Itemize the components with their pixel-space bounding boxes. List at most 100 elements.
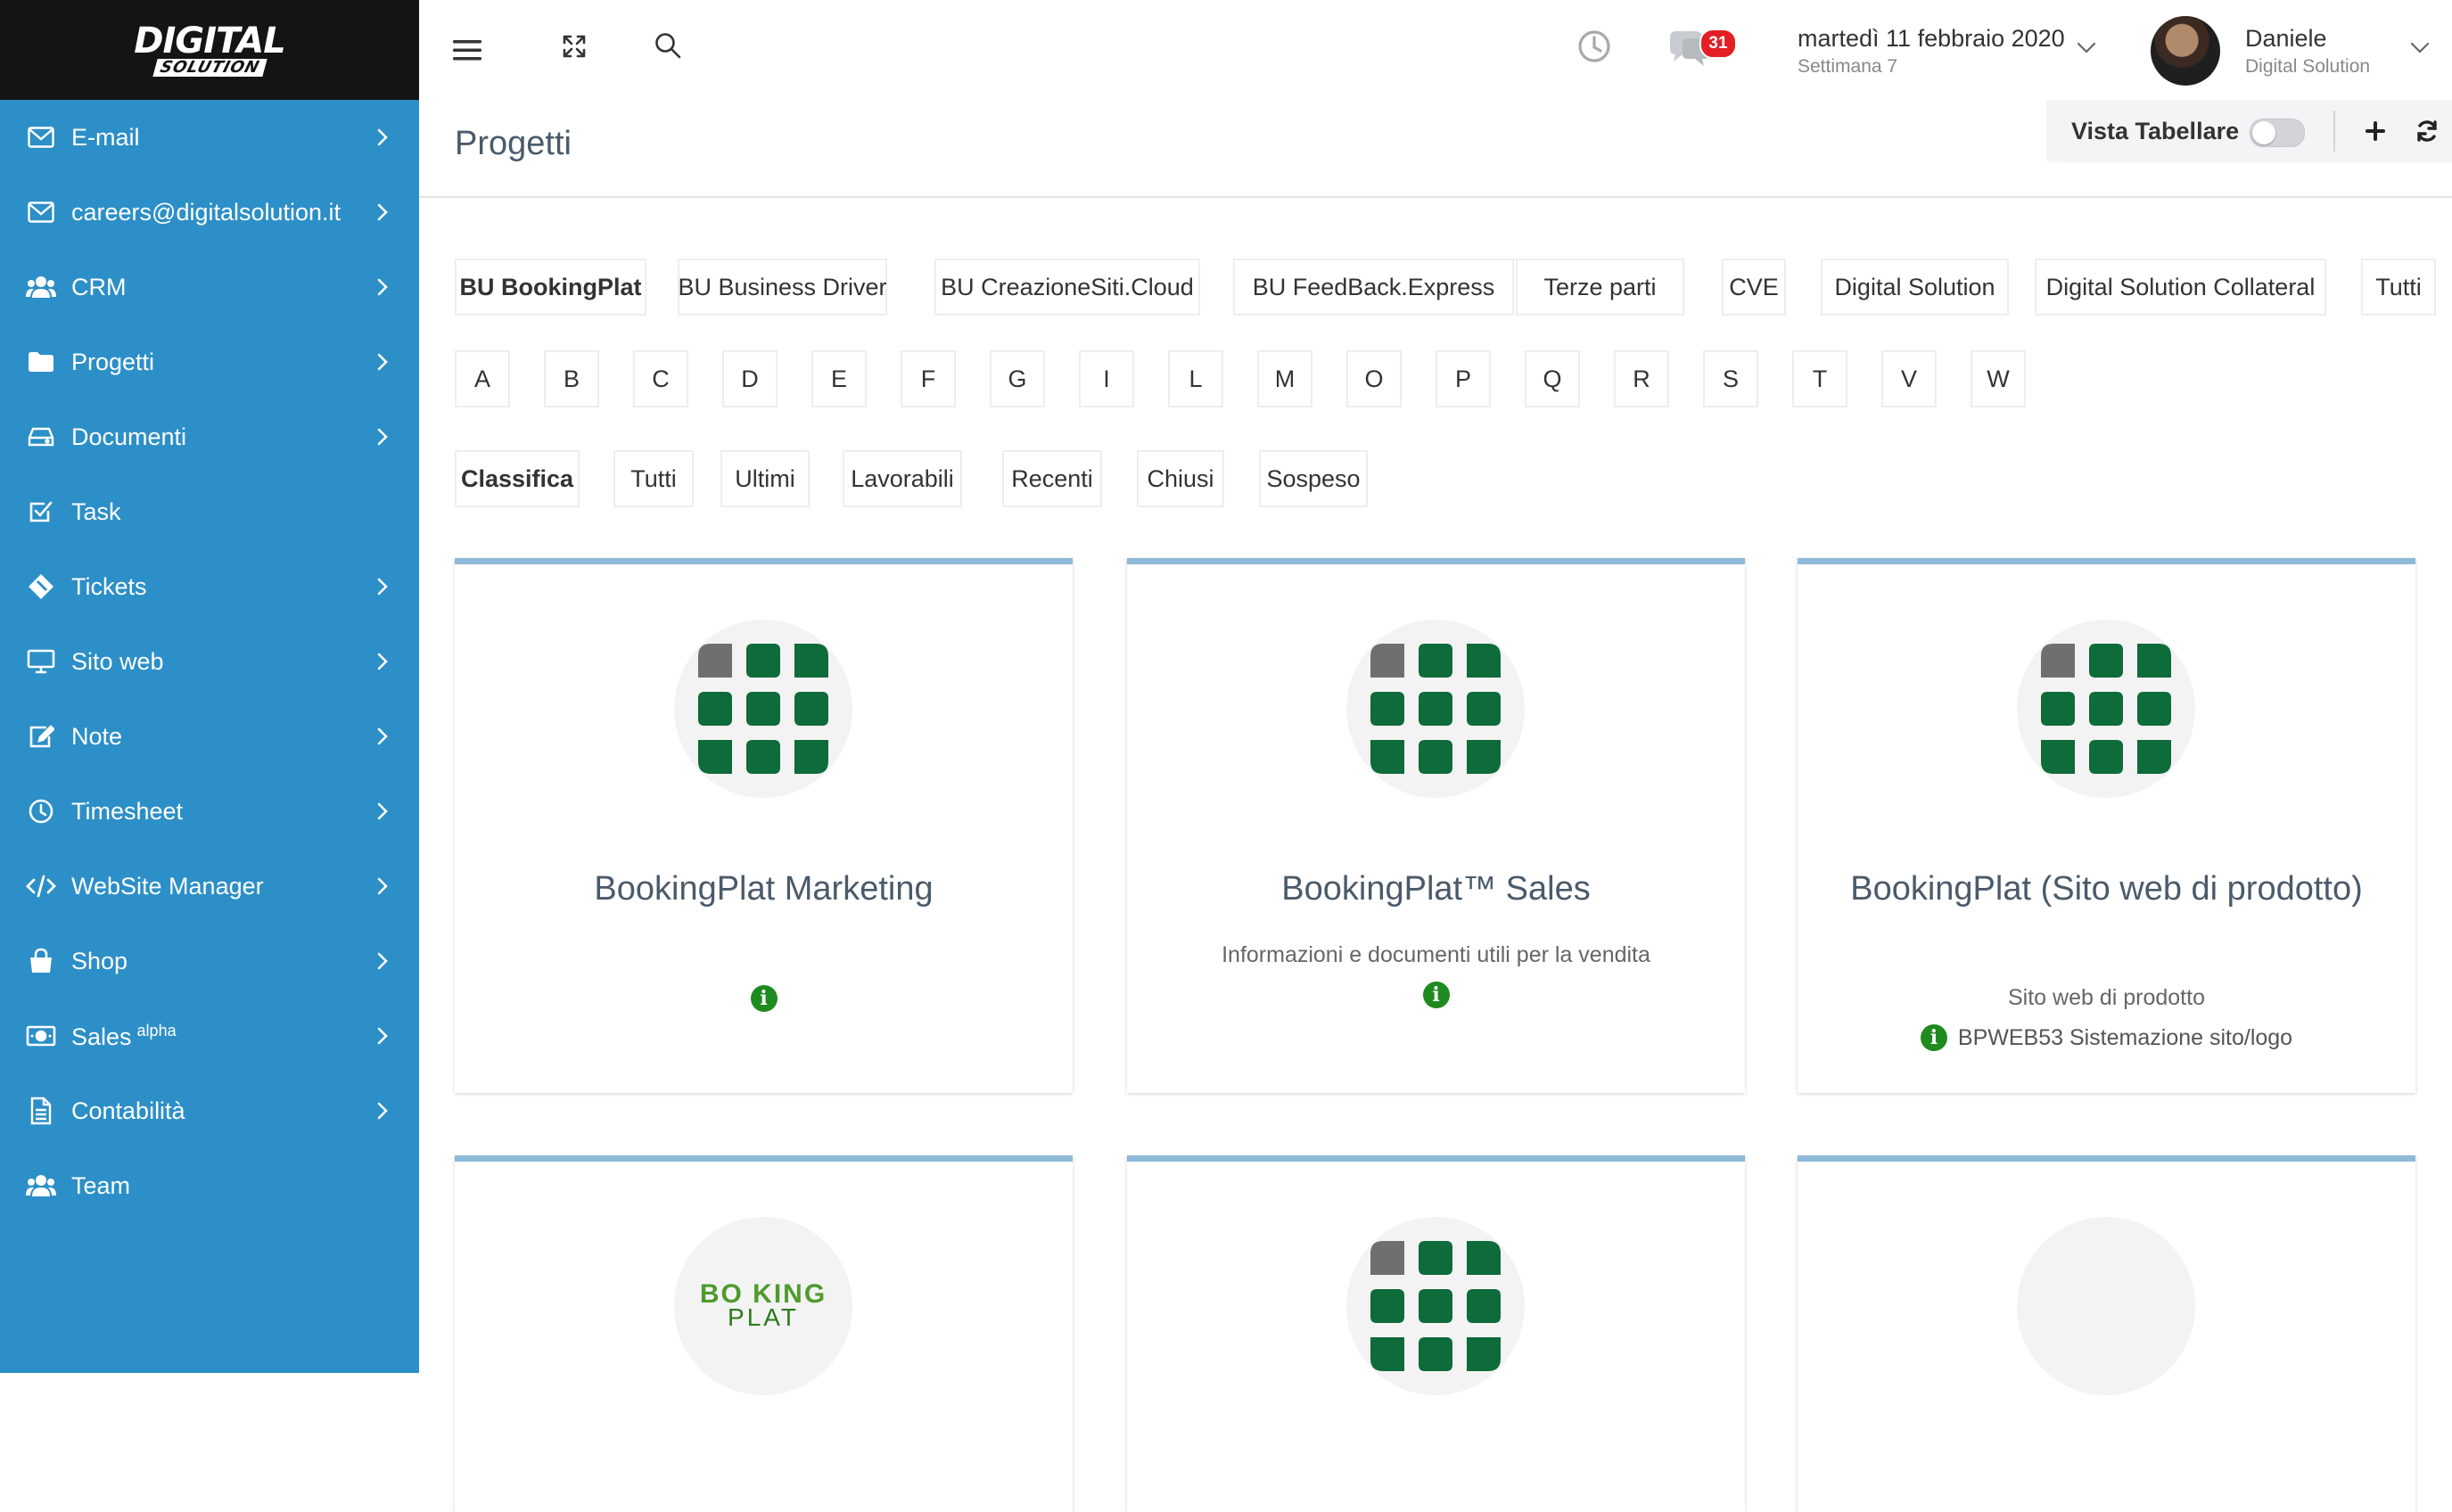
filter-letter-t[interactable]: T <box>1792 350 1847 407</box>
filter-letter-b[interactable]: B <box>544 350 599 407</box>
filter-status-sospeso[interactable]: Sospeso <box>1259 450 1368 507</box>
sidebar-item-sales[interactable]: Sales alpha <box>0 998 419 1073</box>
filter-bu-digital-solution[interactable]: Digital Solution <box>1821 259 2009 316</box>
card-info[interactable]: i <box>1145 982 1727 1008</box>
filter-letter-w[interactable]: W <box>1971 350 2026 407</box>
refresh-icon[interactable] <box>2412 116 2442 146</box>
filter-status-recenti[interactable]: Recenti <box>1002 450 1102 507</box>
filter-letter-s[interactable]: S <box>1703 350 1758 407</box>
filter-bu-bu-feedback-express[interactable]: BU FeedBack.Express <box>1233 259 1514 316</box>
sidebar-item-label: Timesheet <box>71 798 183 826</box>
project-card[interactable]: BookingPlat™ Sales Informazioni e documen… <box>1127 558 1745 1093</box>
sidebar-item-shop[interactable]: Shop <box>0 924 419 998</box>
card-description: Informazioni e documenti utili per la ve… <box>1222 942 1650 967</box>
filter-bu-digital-solution-collateral[interactable]: Digital Solution Collateral <box>2035 259 2326 316</box>
filter-bu-terze-parti[interactable]: Terze parti <box>1516 259 1684 316</box>
filter-bu-bu-creazionesiti-cloud[interactable]: BU CreazioneSiti.Cloud <box>934 259 1200 316</box>
edit-icon <box>25 720 57 752</box>
info-icon[interactable]: i <box>1920 1024 1947 1051</box>
sidebar-item-label: E-mail <box>71 124 140 152</box>
filter-letter-v[interactable]: V <box>1881 350 1937 407</box>
sidebar-item-text: Sales <box>71 1023 132 1050</box>
bookingplat-wordmark: BO KING PLAT <box>700 1281 827 1330</box>
chevron-right-icon <box>373 1026 392 1046</box>
project-card[interactable]: BO KING PLAT <box>455 1155 1073 1512</box>
filter-letter-f[interactable]: F <box>901 350 956 407</box>
add-icon[interactable] <box>2360 116 2390 146</box>
sidebar-item-documenti[interactable]: Documenti <box>0 399 419 474</box>
sidebar-item-label: Team <box>71 1172 130 1200</box>
card-info[interactable]: i BPWEB53 Sistemazione sito/logo <box>1815 1024 2398 1051</box>
filter-status-classifica[interactable]: Classifica <box>455 450 580 507</box>
filter-letter-d[interactable]: D <box>722 350 778 407</box>
filter-status-tutti[interactable]: Tutti <box>613 450 694 507</box>
fullscreen-icon[interactable] <box>558 30 590 62</box>
info-icon[interactable]: i <box>1422 982 1450 1008</box>
sidebar-item-careers-digitalsolution-it[interactable]: careers@digitalsolution.it <box>0 175 419 250</box>
filter-letter-g[interactable]: G <box>990 350 1045 407</box>
filter-letter-a[interactable]: A <box>455 350 510 407</box>
project-card[interactable] <box>1798 1155 2415 1512</box>
code-icon <box>25 870 57 902</box>
bookingplat-grid-icon <box>674 620 852 798</box>
sidebar-item-contabilit[interactable]: Contabilità <box>0 1073 419 1148</box>
sidebar-item-label: WebSite Manager <box>71 873 264 900</box>
card-description: Sito web di prodotto <box>2008 985 2205 1010</box>
sidebar-item-e-mail[interactable]: E-mail <box>0 100 419 175</box>
filter-status-lavorabili[interactable]: Lavorabili <box>843 450 962 507</box>
filter-letter-p[interactable]: P <box>1436 350 1491 407</box>
filter-letter-m[interactable]: M <box>1257 350 1312 407</box>
sidebar-item-website-manager[interactable]: WebSite Manager <box>0 849 419 924</box>
filter-status-ultimi[interactable]: Ultimi <box>720 450 810 507</box>
date-chevron-down-icon[interactable] <box>2074 36 2099 61</box>
sidebar-item-sito-web[interactable]: Sito web <box>0 624 419 699</box>
filter-bu-bu-business-driver[interactable]: BU Business Driver <box>678 259 887 316</box>
filter-letter-i[interactable]: I <box>1079 350 1134 407</box>
chevron-right-icon <box>373 202 392 222</box>
chevron-right-icon <box>373 277 392 297</box>
avatar[interactable] <box>2151 16 2220 86</box>
sidebar-item-label: Documenti <box>71 423 186 451</box>
table-view-label: Vista Tabellare <box>2071 118 2240 144</box>
date-display[interactable]: martedì 11 febbraio 2020 Settimana 7 <box>1798 25 2065 78</box>
user-chevron-down-icon[interactable] <box>2407 36 2432 61</box>
info-icon[interactable]: i <box>750 985 778 1012</box>
sidebar-item-text: Note <box>71 722 123 750</box>
sidebar-item-note[interactable]: Note <box>0 699 419 774</box>
sidebar-item-tickets[interactable]: Tickets <box>0 549 419 624</box>
filter-letter-c[interactable]: C <box>633 350 688 407</box>
project-card[interactable] <box>1127 1155 1745 1512</box>
search-icon[interactable] <box>651 29 685 62</box>
sidebar-item-progetti[interactable]: Progetti <box>0 325 419 399</box>
app-logo[interactable]: DIGITAL SOLUTION <box>0 0 419 100</box>
hamburger-menu-icon[interactable] <box>451 34 483 66</box>
filter-letter-l[interactable]: L <box>1168 350 1223 407</box>
table-view-toggle[interactable] <box>2250 119 2305 147</box>
filter-letter-e[interactable]: E <box>811 350 867 407</box>
user-info[interactable]: Daniele Digital Solution <box>2245 25 2370 78</box>
clock-icon[interactable] <box>1575 27 1614 66</box>
filter-letter-o[interactable]: O <box>1346 350 1402 407</box>
mail-icon <box>25 121 57 153</box>
filter-bu-tutti[interactable]: Tutti <box>2361 259 2436 316</box>
card-info[interactable]: i <box>473 985 1055 1012</box>
sidebar-item-crm[interactable]: CRM <box>0 250 419 325</box>
sidebar-item-task[interactable]: Task <box>0 474 419 549</box>
filter-bu-cve[interactable]: CVE <box>1722 259 1786 316</box>
sidebar-item-label: Shop <box>71 948 128 975</box>
logo-line2: SOLUTION <box>152 58 267 77</box>
filter-status-chiusi[interactable]: Chiusi <box>1137 450 1224 507</box>
sidebar-item-text: Documenti <box>71 423 187 450</box>
checkbox-icon <box>25 496 57 528</box>
sidebar-item-timesheet[interactable]: Timesheet <box>0 774 419 849</box>
filter-letter-q[interactable]: Q <box>1525 350 1580 407</box>
ticket-icon <box>25 571 57 603</box>
sidebar: DIGITAL SOLUTION E-mail careers@digitalso… <box>0 0 419 1373</box>
filter-bu-bu-bookingplat[interactable]: BU BookingPlat <box>455 259 646 316</box>
chevron-right-icon <box>373 727 392 746</box>
project-card[interactable]: BookingPlat Marketing i <box>455 558 1073 1093</box>
sidebar-item-team[interactable]: Team <box>0 1148 419 1223</box>
filter-letter-r[interactable]: R <box>1614 350 1669 407</box>
card-info-text: BPWEB53 Sistemazione sito/logo <box>1957 1024 2293 1050</box>
project-card[interactable]: BookingPlat (Sito web di prodotto) Sito w… <box>1798 558 2415 1093</box>
